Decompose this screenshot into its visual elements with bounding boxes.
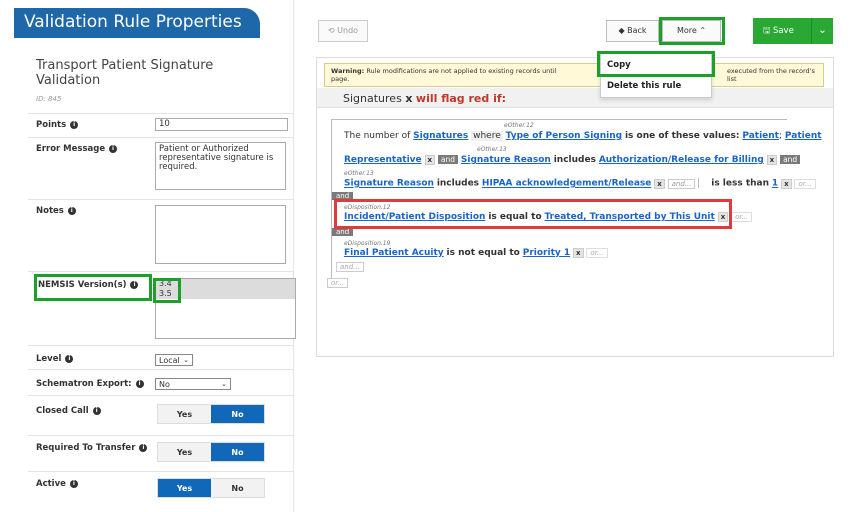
warning-text-end: executed from the record's list bbox=[727, 67, 815, 83]
save-button[interactable]: 🖫 Save ⌄ bbox=[753, 18, 833, 44]
properties-panel: Validation Rule Properties Transport Pat… bbox=[14, 0, 296, 512]
add-and-button[interactable]: and... bbox=[336, 262, 364, 272]
rule-line-2: Representative x and Signature Reason in… bbox=[344, 155, 801, 165]
remove-icon[interactable]: x bbox=[654, 178, 665, 189]
field-link[interactable]: Final Patient Acuity bbox=[344, 248, 444, 258]
value-link[interactable]: Patient bbox=[742, 131, 779, 141]
info-icon: i bbox=[67, 206, 76, 215]
points-label: Points i bbox=[36, 120, 79, 130]
subheader-text: Signatures x will flag red if: bbox=[343, 92, 507, 105]
info-icon: i bbox=[70, 120, 79, 129]
notes-label: Notes i bbox=[36, 206, 76, 216]
value-link[interactable]: Authorization/Release for Billing bbox=[599, 155, 764, 165]
field-link[interactable]: Signature Reason bbox=[461, 155, 551, 165]
remove-icon[interactable]: x bbox=[781, 178, 792, 189]
closed-call-yes[interactable]: Yes bbox=[158, 405, 211, 423]
add-or-button[interactable]: or... bbox=[794, 178, 816, 189]
rule-line-1: The number of Signatures where Type of P… bbox=[344, 131, 822, 141]
and-button[interactable]: and bbox=[780, 155, 801, 164]
level-select[interactable]: Local ⌄ bbox=[155, 354, 193, 366]
info-icon: i bbox=[92, 406, 101, 415]
closed-call-toggle[interactable]: Yes No bbox=[157, 404, 265, 424]
save-dropdown-button[interactable]: ⌄ bbox=[811, 18, 833, 44]
info-icon: i bbox=[65, 354, 74, 363]
value-link[interactable]: Representative bbox=[344, 155, 422, 165]
required-transfer-toggle[interactable]: Yes No bbox=[157, 442, 265, 462]
info-icon: i bbox=[135, 379, 144, 388]
rule-line-3: Signature Reason includes HIPAA acknowle… bbox=[344, 178, 816, 189]
add-or-button[interactable]: or... bbox=[327, 278, 349, 288]
schematron-label: Schematron Export: i bbox=[36, 379, 144, 389]
value-link[interactable]: HIPAA acknowledgement/Release bbox=[482, 179, 651, 189]
remove-icon[interactable]: x bbox=[573, 248, 584, 258]
points-input[interactable]: 10 bbox=[155, 118, 288, 131]
highlight-box bbox=[659, 17, 725, 45]
code-label: eOther.13 bbox=[477, 146, 507, 153]
panel-header: Validation Rule Properties bbox=[14, 8, 260, 38]
rule-name: Transport Patient Signature Validation bbox=[36, 58, 214, 88]
chevron-down-icon: ⌄ bbox=[183, 356, 189, 364]
error-message-label: Error Message i bbox=[36, 144, 118, 154]
code-label: eOther.13 bbox=[344, 170, 374, 177]
info-icon: i bbox=[69, 479, 78, 488]
closed-call-label: Closed Call i bbox=[36, 406, 101, 416]
highlight-box bbox=[334, 199, 732, 229]
and-tag: and bbox=[332, 228, 354, 236]
rule-id: ID: 845 bbox=[36, 95, 62, 103]
active-toggle[interactable]: Yes No bbox=[157, 478, 265, 498]
panel-title: Validation Rule Properties bbox=[24, 12, 242, 32]
add-or-button[interactable]: or... bbox=[731, 212, 753, 222]
delete-rule-menu-item[interactable]: Delete this rule bbox=[607, 81, 681, 91]
and-button[interactable]: and bbox=[437, 155, 459, 164]
chevron-down-icon: ⌄ bbox=[221, 380, 227, 388]
active-no[interactable]: No bbox=[211, 479, 264, 497]
add-or-button[interactable]: or... bbox=[586, 248, 608, 258]
error-message-textarea[interactable]: Patient or Authorized representative sig… bbox=[155, 142, 286, 190]
rule-subheader: Signatures x will flag red if: bbox=[317, 88, 833, 108]
schematron-select[interactable]: No ⌄ bbox=[155, 378, 231, 390]
code-label: eOther.12 bbox=[504, 122, 534, 129]
field-link[interactable]: Signature Reason bbox=[344, 179, 434, 189]
highlight-box bbox=[34, 274, 152, 301]
info-icon: i bbox=[109, 144, 118, 153]
field-link[interactable]: Type of Person Signing bbox=[506, 131, 622, 141]
active-label: Active i bbox=[36, 479, 78, 489]
undo-button[interactable]: ⟲ Undo bbox=[318, 20, 368, 42]
value-link[interactable]: Patient bbox=[785, 131, 822, 141]
warning-text: Rule modifications are not applied to ex… bbox=[364, 67, 557, 75]
info-icon: i bbox=[139, 443, 148, 452]
warning-label: Warning: bbox=[331, 67, 365, 75]
code-label: eDisposition.19 bbox=[344, 240, 391, 247]
active-yes[interactable]: Yes bbox=[158, 479, 211, 497]
field-link[interactable]: Signatures bbox=[413, 131, 468, 141]
required-transfer-no[interactable]: No bbox=[211, 443, 264, 461]
save-label: 🖫 Save bbox=[763, 26, 794, 36]
required-transfer-label: Required To Transfer i bbox=[36, 443, 148, 453]
closed-call-no[interactable]: No bbox=[211, 405, 264, 423]
highlight-box bbox=[597, 51, 715, 77]
warning-banner: Warning: Rule modifications are not appl… bbox=[324, 63, 824, 87]
back-button[interactable]: ◆ Back bbox=[606, 20, 659, 42]
required-transfer-yes[interactable]: Yes bbox=[158, 443, 211, 461]
notes-textarea[interactable] bbox=[155, 205, 286, 264]
highlight-box bbox=[153, 278, 181, 303]
value-link[interactable]: Priority 1 bbox=[523, 248, 570, 258]
remove-icon[interactable]: x bbox=[424, 155, 436, 165]
remove-icon[interactable]: x bbox=[405, 92, 412, 105]
warning-text-page: page. bbox=[331, 75, 350, 83]
rule-line-5: Final Patient Acuity is not equal to Pri… bbox=[344, 248, 608, 258]
remove-icon[interactable]: x bbox=[766, 155, 778, 165]
count-link[interactable]: 1 bbox=[772, 179, 778, 189]
add-and-button[interactable]: and... bbox=[667, 178, 696, 189]
level-label: Level i bbox=[36, 354, 74, 364]
